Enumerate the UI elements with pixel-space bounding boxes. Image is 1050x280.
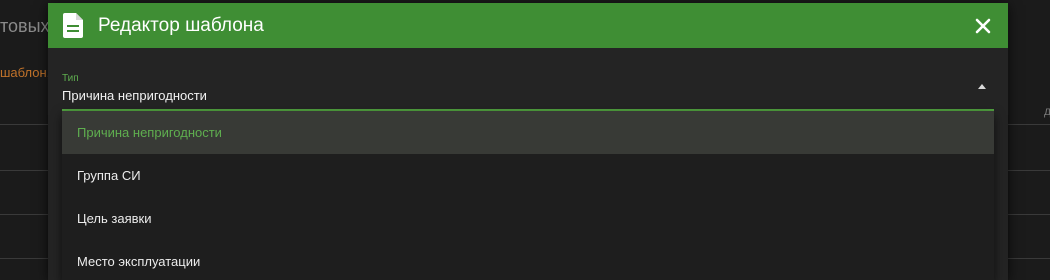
menu-item-unsuitability-reason[interactable]: Причина непригодности bbox=[62, 111, 994, 154]
arrow-up-icon[interactable] bbox=[978, 84, 986, 89]
close-icon[interactable] bbox=[972, 15, 994, 37]
dialog-title: Редактор шаблона bbox=[98, 15, 264, 36]
background-divider bbox=[1008, 258, 1050, 259]
menu-item-instrument-group[interactable]: Группа СИ bbox=[62, 154, 994, 197]
background-column-header: д bbox=[1044, 104, 1050, 118]
background-divider bbox=[1008, 214, 1050, 215]
menu-item-operation-location[interactable]: Место эксплуатации bbox=[62, 240, 994, 280]
dialog-header: Редактор шаблона bbox=[48, 3, 1008, 48]
background-divider bbox=[1008, 170, 1050, 171]
type-field-value[interactable]: Причина непригодности bbox=[62, 88, 207, 103]
document-icon bbox=[63, 13, 83, 38]
type-select-field[interactable]: Тип Причина непригодности bbox=[62, 69, 994, 111]
menu-item-request-purpose[interactable]: Цель заявки bbox=[62, 197, 994, 240]
type-field-label: Тип bbox=[62, 73, 79, 84]
background-divider bbox=[1008, 124, 1050, 125]
type-dropdown-menu: Причина непригодности Группа СИ Цель зая… bbox=[62, 111, 994, 280]
